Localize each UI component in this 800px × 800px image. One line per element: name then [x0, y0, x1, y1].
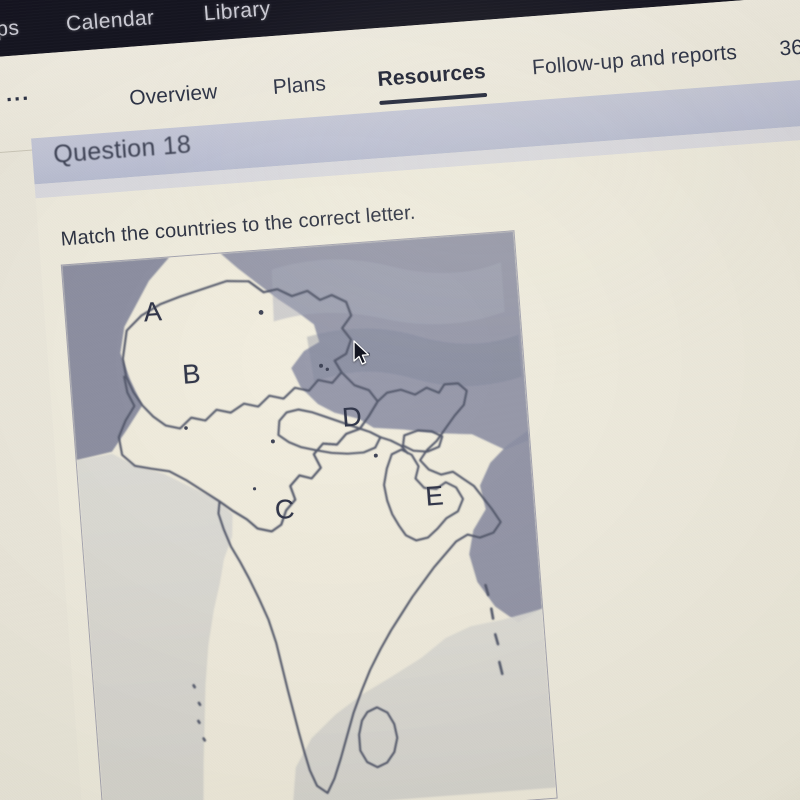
- arrow-pointer-icon: [353, 340, 370, 365]
- tab-label: 36: [778, 35, 800, 61]
- tab-label: Plans: [272, 72, 327, 100]
- question-content: Match the countries to the correct lette…: [35, 130, 800, 800]
- map-label-e: E: [424, 480, 445, 512]
- breadcrumb[interactable]: ...: [0, 80, 31, 107]
- tab-360[interactable]: 36: [779, 36, 800, 62]
- map-label-d: D: [341, 401, 364, 433]
- active-tab-underline: [379, 92, 488, 106]
- web-page: ... Overview Plans Resources Follow-up a…: [0, 0, 800, 800]
- photo-of-screen: RapidIdentity Google Docs Long Div ps Ca…: [0, 0, 800, 800]
- south-asia-map-svg: [61, 231, 557, 800]
- tab-overview[interactable]: Overview: [128, 80, 218, 111]
- map-label-c: C: [273, 493, 297, 526]
- map-figure[interactable]: A B C D E: [60, 230, 558, 800]
- tab-label: Overview: [128, 80, 219, 110]
- tab-follow-up-and-reports[interactable]: Follow-up and reports: [531, 41, 737, 80]
- tab-label: Resources: [376, 59, 487, 92]
- tab-label: Follow-up and reports: [531, 40, 738, 80]
- map-label-a: A: [142, 296, 164, 328]
- nav-item-ps[interactable]: ps: [0, 16, 20, 42]
- overflow-dots-icon[interactable]: ...: [5, 80, 31, 107]
- map-label-b: B: [181, 358, 203, 390]
- tab-plans[interactable]: Plans: [272, 72, 327, 100]
- tab-resources[interactable]: Resources: [376, 59, 488, 106]
